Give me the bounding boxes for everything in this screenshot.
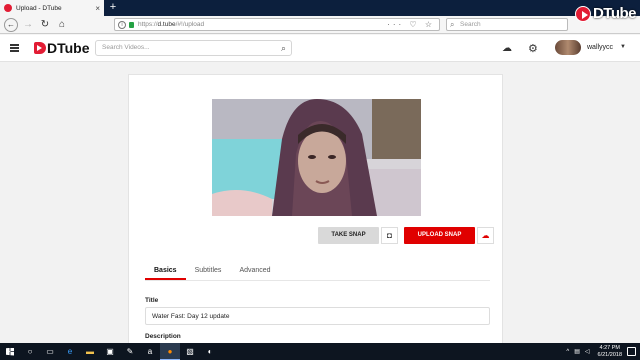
site-header: DTube Search Videos... ⌕ ☁ ⚙ wallyycc ▼	[0, 35, 640, 62]
photos-icon[interactable]: ▧	[180, 343, 200, 360]
upload-tabs: Basics Subtitles Advanced	[145, 262, 490, 281]
browser-search-placeholder: Search	[460, 21, 481, 28]
url-host: d.tube	[157, 21, 176, 28]
webcam-preview	[212, 99, 421, 216]
file-explorer-icon[interactable]: ▬	[80, 343, 100, 360]
home-icon[interactable]: ⌂	[55, 18, 69, 32]
snap-controls: TAKE SNAP ◘ UPLOAD SNAP ☁	[318, 227, 494, 244]
title-input[interactable]	[145, 307, 490, 325]
take-snap-button[interactable]: TAKE SNAP	[318, 227, 379, 244]
page-actions-icons[interactable]: ··· ♡ ☆	[387, 20, 435, 29]
username[interactable]: wallyycc	[587, 44, 613, 51]
upload-snap-button[interactable]: UPLOAD SNAP	[404, 227, 475, 244]
paint-icon[interactable]: ◐	[200, 343, 220, 360]
camera-icon[interactable]: ◘	[381, 227, 398, 244]
title-label: Title	[145, 297, 159, 304]
browser-search-box[interactable]: ⌕ Search	[446, 18, 568, 31]
webcam-image	[212, 99, 421, 216]
new-tab-button[interactable]: +	[106, 0, 120, 16]
browser-toolbar: ← → ↻ ⌂ i https://d.tube/#!/upload ··· ♡…	[0, 16, 640, 34]
notifications-icon[interactable]	[627, 347, 636, 356]
back-arrow-icon[interactable]: ←	[4, 17, 18, 32]
pen-icon[interactable]: ✎	[120, 343, 140, 360]
menu-icon[interactable]	[10, 44, 19, 52]
reload-icon[interactable]: ↻	[38, 18, 52, 32]
volume-icon[interactable]: ◁	[585, 348, 590, 355]
forward-arrow-icon[interactable]: →	[21, 18, 35, 32]
close-tab-icon[interactable]: ×	[95, 4, 100, 13]
search-icon: ⌕	[450, 20, 455, 29]
site-logo[interactable]: DTube	[34, 40, 90, 56]
info-icon[interactable]: i	[118, 20, 126, 29]
avatar[interactable]	[555, 40, 581, 55]
clock-date: 6/21/2018	[597, 351, 622, 358]
task-view-icon[interactable]: ▭	[40, 343, 60, 360]
tab-basics[interactable]: Basics	[145, 262, 186, 280]
search-icon[interactable]: ⌕	[281, 41, 286, 55]
url-path: /#!/upload	[175, 21, 205, 28]
logo-text: DTube	[47, 40, 90, 56]
upload-card: TAKE SNAP ◘ UPLOAD SNAP ☁ Basics Subtitl…	[128, 74, 503, 343]
video-search-placeholder: Search Videos...	[102, 44, 150, 51]
edge-browser-icon[interactable]: e	[60, 343, 80, 360]
dtube-favicon-icon	[4, 4, 12, 12]
system-tray: ^ ▤ ◁ 4:27 PM 6/21/2018	[561, 343, 622, 360]
browser-tab-title: Upload - DTube	[16, 4, 62, 12]
cloud-upload-icon[interactable]: ☁	[477, 227, 494, 244]
browser-tab[interactable]: Upload - DTube ×	[0, 0, 104, 16]
browser-tab-strip: Upload - DTube × +	[0, 0, 640, 16]
watermark-text: DTube	[592, 5, 637, 22]
cortana-icon[interactable]: ○	[20, 343, 40, 360]
dtube-logo-icon	[34, 42, 46, 54]
network-icon[interactable]: ▤	[574, 348, 580, 355]
chevron-up-icon[interactable]: ^	[566, 349, 569, 355]
dtube-watermark-logo-icon	[574, 5, 591, 22]
cloud-upload-icon[interactable]: ☁	[502, 43, 512, 54]
clock-time: 4:27 PM	[599, 344, 620, 351]
clock[interactable]: 4:27 PM 6/21/2018	[598, 345, 622, 359]
tab-advanced[interactable]: Advanced	[230, 262, 279, 280]
gears-icon[interactable]: ⚙	[528, 42, 538, 55]
address-bar[interactable]: i https://d.tube/#!/upload ··· ♡ ☆	[114, 18, 440, 31]
os-taskbar: ○ ▭ e ▬ ▣ ✎ a ● ▧ ◐ ^ ▤ ◁ 4:27 PM 6/21/2…	[0, 343, 640, 360]
dtube-watermark: DTube	[574, 5, 637, 22]
url-text[interactable]: https://d.tube/#!/upload	[138, 21, 387, 28]
chevron-down-icon[interactable]: ▼	[620, 44, 626, 50]
main-content: TAKE SNAP ◘ UPLOAD SNAP ☁ Basics Subtitl…	[0, 62, 640, 343]
firefox-icon[interactable]: ●	[160, 343, 180, 360]
windows-start-icon[interactable]	[0, 343, 20, 360]
tab-subtitles[interactable]: Subtitles	[186, 262, 231, 280]
store-icon[interactable]: ▣	[100, 343, 120, 360]
url-prefix: https://	[138, 21, 158, 28]
video-search-input[interactable]: Search Videos... ⌕	[95, 40, 292, 56]
amazon-icon[interactable]: a	[140, 343, 160, 360]
lock-icon	[129, 21, 134, 28]
description-label: Description	[145, 333, 181, 340]
